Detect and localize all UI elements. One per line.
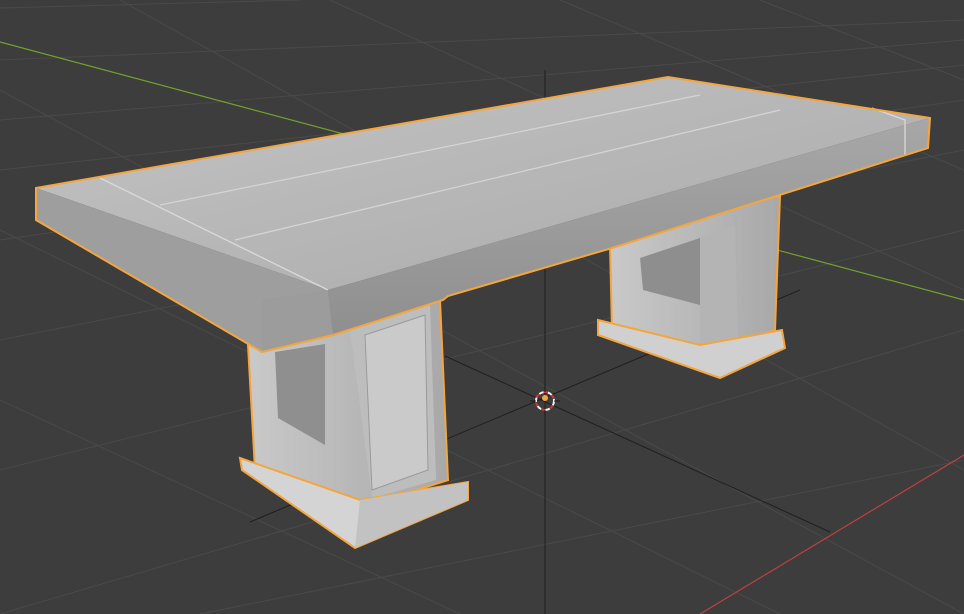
- 3d-viewport[interactable]: [0, 0, 964, 614]
- viewport-canvas[interactable]: [0, 0, 964, 614]
- origin-point-icon: [542, 395, 548, 401]
- viewport-background: [0, 0, 964, 614]
